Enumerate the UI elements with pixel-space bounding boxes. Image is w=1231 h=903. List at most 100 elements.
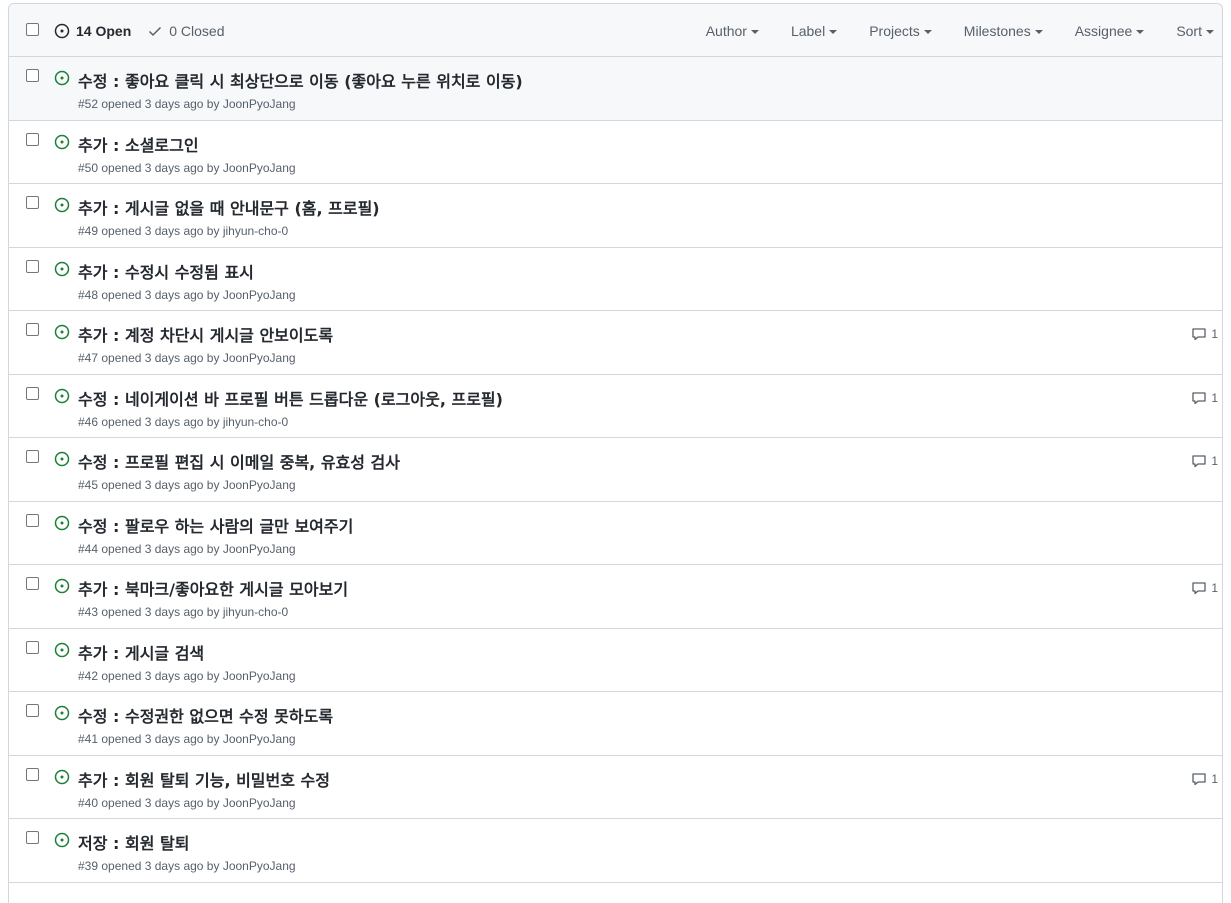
- issue-title-link[interactable]: 추가 : 수정시 수정됨 표시: [78, 259, 254, 283]
- filter-milestones-dropdown[interactable]: Milestones: [948, 23, 1059, 39]
- issue-opened-icon: [54, 832, 70, 848]
- issue-opened-icon: [54, 23, 70, 38]
- issue-checkbox[interactable]: [26, 69, 39, 82]
- open-issues-link[interactable]: 14 Open: [54, 23, 131, 39]
- filter-projects-dropdown[interactable]: Projects: [853, 23, 948, 39]
- issue-opened-text: opened 3 days ago by: [101, 160, 220, 175]
- issue-row: 추가 : 게시글 없을 때 안내문구 (홈, 프로필) #49 opened 3 …: [9, 184, 1222, 248]
- issue-checkbox[interactable]: [26, 831, 39, 844]
- issue-author-link[interactable]: JoonPyoJang: [223, 732, 296, 746]
- filter-author-label: Author: [705, 22, 747, 39]
- issue-title-link[interactable]: 수정 : 네이게이션 바 프로필 버튼 드롭다운 (로그아웃, 프로필): [78, 386, 503, 410]
- issue-opened-icon: [54, 451, 70, 467]
- comment-icon: [1192, 328, 1206, 341]
- caret-down-icon: [1034, 29, 1043, 34]
- filter-sort-dropdown[interactable]: Sort: [1160, 23, 1222, 39]
- caret-down-icon: [1206, 29, 1214, 34]
- filter-projects-label: Projects: [869, 22, 920, 39]
- issue-meta: #46 opened 3 days ago by jihyun-cho-0: [78, 415, 288, 429]
- issue-opened-text: opened 3 days ago by: [101, 541, 220, 556]
- issues-list-box: 14 Open 0 Closed Author Label Projects Mile…: [8, 3, 1223, 903]
- comment-count-link[interactable]: 1: [1191, 390, 1218, 406]
- issue-title-link[interactable]: 추가 : 회원 탈퇴 기능, 비밀번호 수정: [78, 767, 330, 791]
- issue-author-link[interactable]: JoonPyoJang: [223, 97, 296, 111]
- issue-author-link[interactable]: JoonPyoJang: [223, 542, 296, 556]
- issue-author-link[interactable]: jihyun-cho-0: [223, 415, 288, 429]
- issue-opened-icon: [54, 515, 70, 530]
- issue-opened-text: opened 3 days ago by: [101, 351, 220, 365]
- caret-down-icon: [1136, 29, 1145, 34]
- issue-checkbox[interactable]: [26, 513, 39, 527]
- issue-row: 수정 : 좋아요 클릭 시 최상단으로 이동 (좋아요 누른 위치로 이동) #5…: [9, 57, 1222, 121]
- issue-meta: #40 opened 3 days ago by JoonPyoJang: [78, 796, 296, 810]
- select-all-checkbox[interactable]: [26, 23, 39, 36]
- issue-title-link[interactable]: 추가 : 게시글 검색: [78, 640, 204, 664]
- open-count-label: 14 Open: [76, 22, 132, 39]
- issue-opened-text: opened 3 days ago by: [101, 287, 220, 302]
- issue-row: 수정 : 수정권한 없으면 수정 못하도록 #41 opened 3 days a…: [9, 692, 1222, 756]
- issue-title-link[interactable]: 추가 : 계정 차단시 게시글 안보이도록: [78, 322, 333, 346]
- issue-author-link[interactable]: JoonPyoJang: [223, 288, 296, 302]
- issue-title-link[interactable]: 저장 : 회원 탈퇴: [78, 830, 189, 854]
- issue-checkbox[interactable]: [26, 386, 39, 400]
- issue-author-link[interactable]: JoonPyoJang: [223, 796, 296, 810]
- issue-meta: #50 opened 3 days ago by JoonPyoJang: [78, 161, 296, 175]
- issue-title-link[interactable]: 추가 : 게시글 없을 때 안내문구 (홈, 프로필): [78, 195, 380, 219]
- issue-author-link[interactable]: jihyun-cho-0: [223, 224, 288, 238]
- issue-title-link[interactable]: 추가 : 북마크/좋아요한 게시글 모아보기: [78, 576, 348, 600]
- check-icon: [149, 26, 162, 36]
- filter-author-dropdown[interactable]: Author: [690, 23, 775, 39]
- issue-list: 수정 : 좋아요 클릭 시 최상단으로 이동 (좋아요 누른 위치로 이동) #5…: [9, 57, 1222, 883]
- issue-author-link[interactable]: JoonPyoJang: [223, 161, 296, 175]
- issue-number: #45: [78, 478, 99, 492]
- issue-checkbox[interactable]: [26, 450, 39, 463]
- issue-author-link[interactable]: jihyun-cho-0: [223, 605, 288, 619]
- issue-checkbox[interactable]: [26, 640, 39, 654]
- issue-meta: #52 opened 3 days ago by JoonPyoJang: [78, 97, 296, 111]
- issue-title-link[interactable]: 수정 : 팔로우 하는 사람의 글만 보여주기: [78, 513, 353, 537]
- issue-number: #44: [78, 541, 99, 556]
- issue-opened-text: opened 3 days ago by: [101, 795, 220, 810]
- comment-count-link[interactable]: 1: [1191, 771, 1218, 787]
- filter-assignee-dropdown[interactable]: Assignee: [1059, 23, 1161, 39]
- issue-checkbox[interactable]: [26, 577, 39, 590]
- issue-meta: #48 opened 3 days ago by JoonPyoJang: [78, 288, 296, 302]
- issue-state-toggle: 14 Open 0 Closed: [54, 4, 225, 57]
- issue-author-link[interactable]: JoonPyoJang: [223, 351, 296, 365]
- comment-count-link[interactable]: 1: [1191, 580, 1218, 596]
- issue-title-link[interactable]: 수정 : 프로필 편집 시 이메일 중복, 유효성 검사: [78, 449, 400, 473]
- filter-label-label: Label: [790, 22, 826, 39]
- issue-checkbox[interactable]: [26, 259, 39, 273]
- issue-author-link[interactable]: JoonPyoJang: [223, 669, 296, 683]
- caret-down-icon: [923, 29, 932, 34]
- issue-title-link[interactable]: 수정 : 수정권한 없으면 수정 못하도록: [78, 703, 333, 727]
- issue-meta: #43 opened 3 days ago by jihyun-cho-0: [78, 605, 288, 619]
- comment-count-link[interactable]: 1: [1191, 453, 1218, 469]
- issue-title-link[interactable]: 추가 : 소셜로그인: [78, 132, 199, 156]
- issue-number: #48: [78, 287, 99, 302]
- caret-down-icon: [750, 29, 759, 34]
- issue-checkbox[interactable]: [26, 323, 39, 336]
- filter-sort-label: Sort: [1176, 22, 1202, 39]
- filter-assignee-label: Assignee: [1074, 22, 1133, 39]
- issue-number: #47: [78, 351, 99, 365]
- issue-author-link[interactable]: JoonPyoJang: [223, 478, 296, 492]
- issue-author-link[interactable]: JoonPyoJang: [223, 859, 296, 873]
- issue-meta: #39 opened 3 days ago by JoonPyoJang: [78, 859, 296, 873]
- filter-label-dropdown[interactable]: Label: [775, 23, 853, 39]
- issue-title-link[interactable]: 수정 : 좋아요 클릭 시 최상단으로 이동 (좋아요 누른 위치로 이동): [78, 68, 523, 92]
- issue-meta: #49 opened 3 days ago by jihyun-cho-0: [78, 224, 288, 238]
- closed-count-label: 0 Closed: [169, 22, 225, 39]
- issue-opened-text: opened 3 days ago by: [101, 859, 220, 873]
- issue-checkbox[interactable]: [26, 767, 39, 781]
- issues-list-header: 14 Open 0 Closed Author Label Projects Mile…: [9, 4, 1222, 57]
- issue-checkbox[interactable]: [26, 196, 39, 209]
- issue-number: #46: [78, 414, 99, 429]
- comment-icon: [1192, 391, 1206, 404]
- issue-number: #43: [78, 605, 99, 619]
- closed-issues-link[interactable]: 0 Closed: [147, 22, 225, 39]
- issue-checkbox[interactable]: [26, 132, 39, 146]
- comment-count-link[interactable]: 1: [1191, 326, 1218, 342]
- issue-checkbox[interactable]: [26, 704, 39, 717]
- issue-number: #49: [78, 224, 99, 238]
